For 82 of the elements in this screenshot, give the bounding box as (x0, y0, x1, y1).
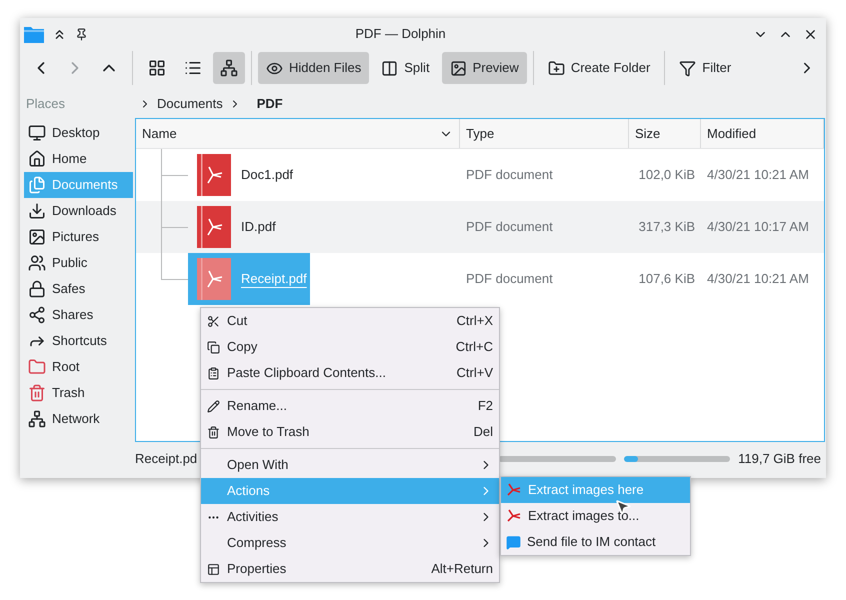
file-item[interactable]: Doc1.pdf (188, 149, 296, 201)
place-item[interactable]: Shares (24, 302, 133, 328)
menu-item[interactable]: Copy Ctrl+C (201, 334, 499, 360)
pdf-icon (506, 482, 522, 498)
monitor-icon (28, 124, 46, 142)
share-icon (28, 306, 46, 324)
properties-icon (207, 562, 220, 576)
filter-button[interactable]: Filter (671, 52, 740, 84)
home-icon (28, 150, 46, 168)
view-mode-icon (220, 59, 238, 77)
people-icon (28, 254, 46, 272)
pencil-icon (207, 400, 220, 412)
menu-item[interactable]: Cut Ctrl+X (201, 308, 499, 334)
preview-button[interactable]: Preview (442, 52, 527, 84)
table-cell-text: 107,6 KiB (638, 270, 696, 288)
column-header[interactable]: Name (136, 119, 460, 148)
breadcrumb-item[interactable]: PDF (256, 94, 283, 114)
split-button[interactable]: Split (373, 52, 438, 84)
breadcrumb-item[interactable]: Documents (157, 94, 223, 114)
lock-icon (28, 280, 46, 298)
place-item[interactable]: Network (24, 406, 133, 432)
chat-icon (506, 534, 521, 550)
hidden-files-button[interactable]: Hidden Files (258, 52, 370, 84)
menu-item[interactable]: Paste Clipboard Contents... Ctrl+V (201, 360, 499, 386)
copy-icon (207, 340, 220, 354)
place-item[interactable]: Home (24, 146, 133, 172)
place-item[interactable]: Downloads (24, 198, 133, 224)
free-space-reading: 119,7 GiB free (738, 450, 821, 468)
menu-item[interactable]: Rename... F2 (201, 393, 499, 419)
menu-item[interactable]: Move to Trash Del (201, 419, 499, 445)
menu-item[interactable]: Send file to IM contact (501, 529, 690, 555)
folder-icon (24, 25, 44, 43)
place-item[interactable]: Trash (24, 380, 133, 406)
view-mode-icon (184, 59, 202, 77)
table-cell-text: 4/30/21 10:21 AM (706, 270, 810, 288)
create-folder-button[interactable]: Create Folder (540, 52, 658, 84)
menu-item[interactable]: Properties Alt+Return (201, 556, 499, 582)
column-header[interactable]: Size (629, 119, 701, 148)
table-cell-text: 102,0 KiB (638, 166, 696, 184)
place-item[interactable]: Desktop (24, 120, 133, 146)
column-header[interactable]: Type (460, 119, 629, 148)
clipboard-icon (207, 366, 220, 380)
status-text: Receipt.pd (135, 450, 198, 468)
trash-icon (207, 426, 220, 438)
image-icon (28, 228, 46, 246)
table-cell-text: PDF document (465, 166, 554, 184)
folder-icon (28, 358, 46, 376)
places-header: Places (25, 95, 66, 113)
split-view-icon (381, 60, 398, 76)
pdf-file-icon (197, 258, 231, 300)
menu-item[interactable]: Open With (201, 452, 499, 478)
zoom-slider-track[interactable] (498, 456, 616, 462)
trash-icon (28, 384, 46, 402)
menu-item[interactable]: Compress (201, 530, 499, 556)
pdf-icon (506, 508, 522, 524)
menu-item[interactable]: Extract images to... (501, 503, 690, 529)
table-cell-text: PDF document (465, 218, 554, 236)
filter-icon (679, 60, 696, 76)
pin-icon[interactable] (75, 28, 88, 40)
documents-icon (28, 176, 46, 194)
pdf-file-icon (197, 206, 231, 248)
place-item[interactable]: Public (24, 250, 133, 276)
place-item[interactable]: Shortcuts (24, 328, 133, 354)
scissors-icon (207, 314, 220, 328)
image-icon (450, 60, 467, 76)
pdf-file-icon (197, 154, 231, 196)
table-cell-text: 4/30/21 10:21 AM (706, 166, 810, 184)
download-icon (28, 202, 46, 220)
folder-plus-icon (548, 60, 565, 76)
table-cell-text: 4/30/21 10:17 AM (706, 218, 810, 236)
view-mode-icon (148, 59, 166, 77)
place-item[interactable]: Root (24, 354, 133, 380)
place-item[interactable]: Safes (24, 276, 133, 302)
table-cell-text: 317,3 KiB (638, 218, 696, 236)
table-cell-text: PDF document (465, 270, 554, 288)
view-mode-button[interactable] (213, 52, 245, 84)
column-header[interactable]: Modified (701, 119, 824, 148)
window-title: PDF — Dolphin (355, 25, 446, 44)
network-icon (28, 410, 46, 428)
menu-item[interactable]: Activities (201, 504, 499, 530)
file-item[interactable]: ID.pdf (188, 201, 279, 253)
place-item[interactable]: Pictures (24, 224, 133, 250)
